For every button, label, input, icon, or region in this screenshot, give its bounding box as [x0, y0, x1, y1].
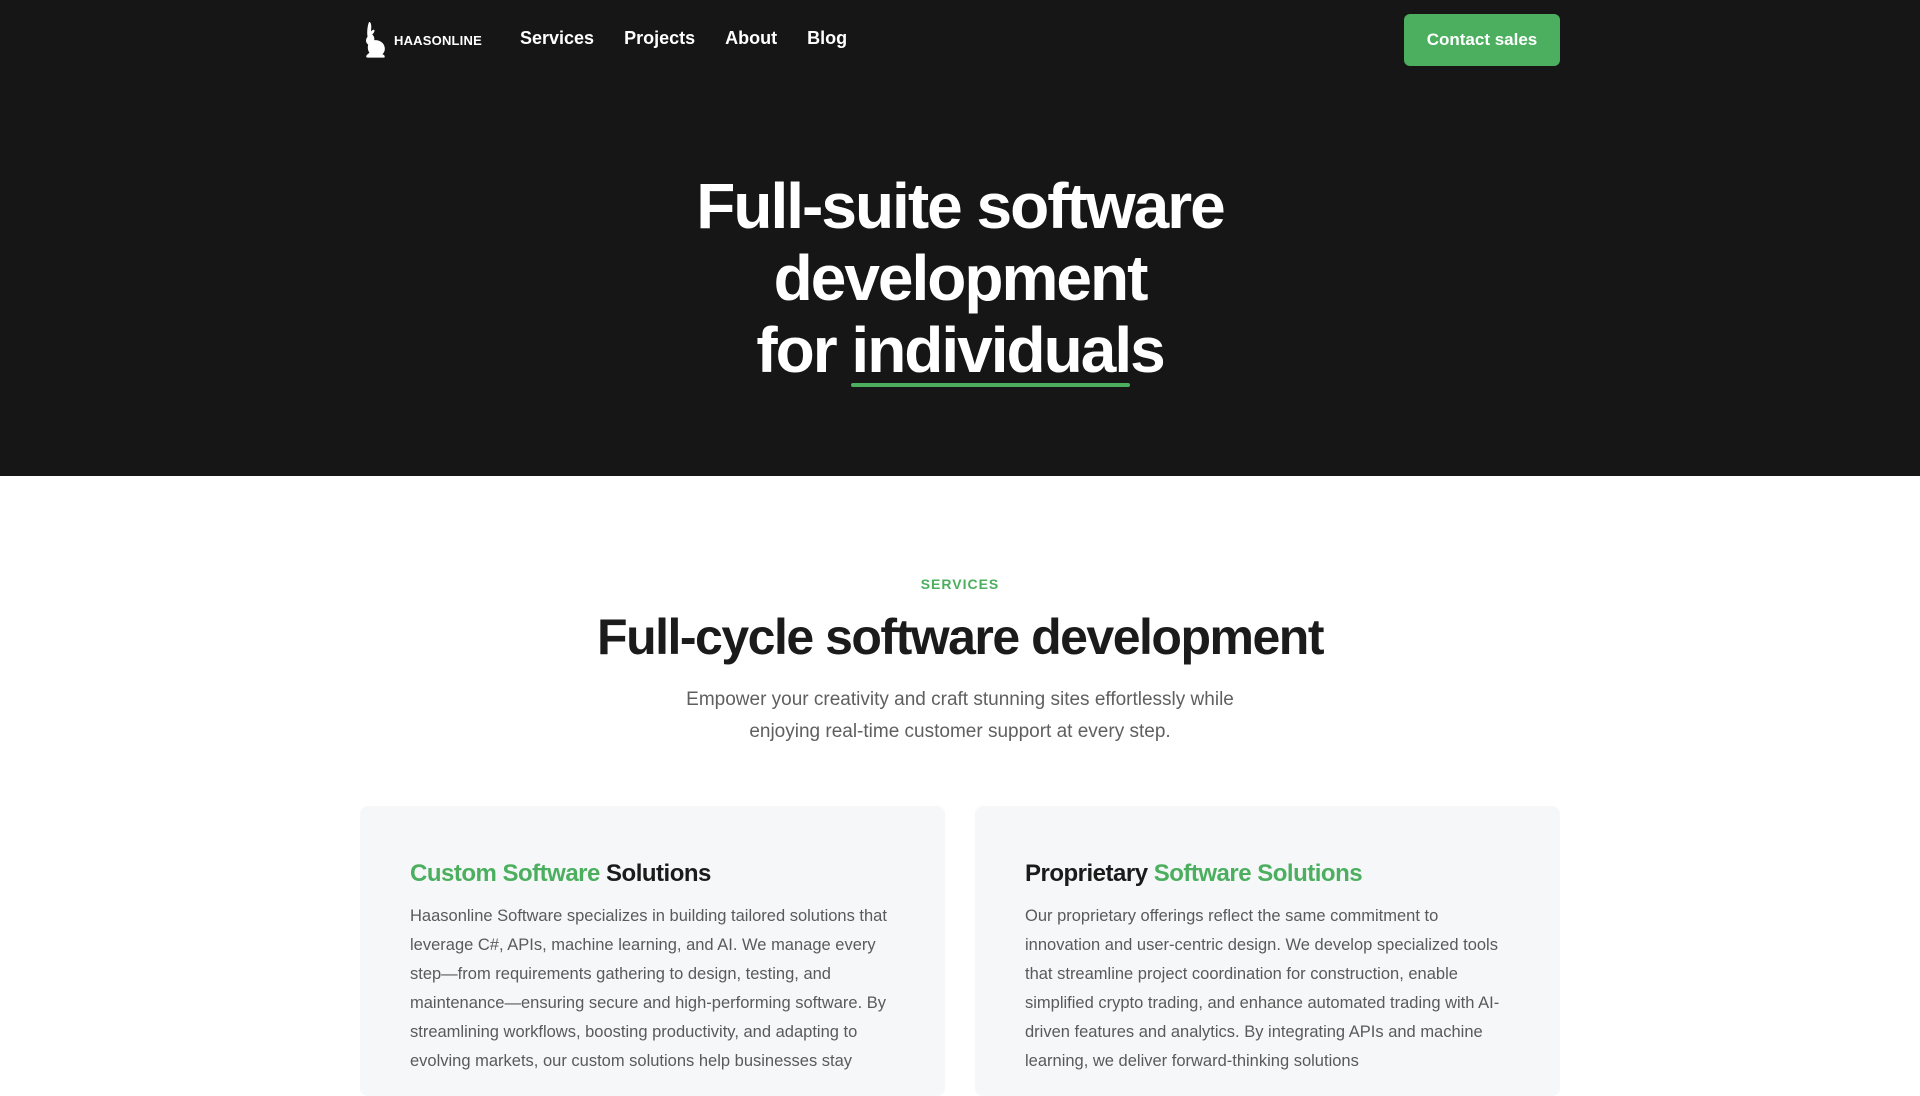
- card-body: Our proprietary offerings reflect the sa…: [1025, 907, 1500, 1070]
- hero-title-line-2: development: [773, 242, 1149, 314]
- card-title: Proprietary Software Solutions: [1025, 860, 1363, 888]
- contact-sales-button[interactable]: Contact sales: [1404, 14, 1560, 66]
- card-title-prefix: Proprietary: [1025, 860, 1148, 887]
- services-subtitle-line-2: enjoying real-time customer support at e…: [749, 721, 1171, 742]
- hero-title-prefix: for: [756, 314, 837, 386]
- brand-logo[interactable]: HAASONLINE: [360, 20, 482, 60]
- rabbit-logo-icon: [366, 21, 385, 58]
- service-card-proprietary: Proprietary Software Solutions Our propr…: [975, 806, 1560, 1096]
- brand-name: HAASONLINE: [394, 32, 482, 48]
- nav-blog[interactable]: Blog: [807, 28, 847, 49]
- card-body: Haasonline Software specializes in build…: [410, 907, 887, 1070]
- card-title-accent: Custom Software: [410, 860, 600, 887]
- nav-links: Services Projects About Blog: [520, 28, 847, 49]
- services-subtitle: Empower your creativity and craft stunni…: [660, 684, 1260, 748]
- hero-title-line-3: for individuals: [0, 314, 1920, 387]
- hero-title: Full-suite software development for indi…: [0, 170, 1920, 387]
- services-subtitle-line-1: Empower your creativity and craft stunni…: [686, 689, 1234, 710]
- services-eyebrow: SERVICES: [920, 576, 1000, 592]
- card-title: Custom Software Solutions: [410, 860, 711, 888]
- services-title: Full-cycle software development: [597, 609, 1324, 665]
- hero-title-highlight: individuals: [851, 314, 1166, 387]
- top-navigation: HAASONLINE Services Projects About Blog …: [360, 14, 1560, 66]
- nav-projects[interactable]: Projects: [624, 28, 695, 49]
- nav-services[interactable]: Services: [520, 28, 594, 49]
- nav-about[interactable]: About: [725, 28, 777, 49]
- card-title-accent: Software Solutions: [1153, 860, 1363, 887]
- card-title-rest: Solutions: [606, 860, 711, 887]
- service-card-custom: Custom Software Solutions Haasonline Sof…: [360, 806, 945, 1096]
- hero-section: HAASONLINE Services Projects About Blog …: [0, 0, 1920, 476]
- hero-title-line-1: Full-suite software: [696, 170, 1225, 242]
